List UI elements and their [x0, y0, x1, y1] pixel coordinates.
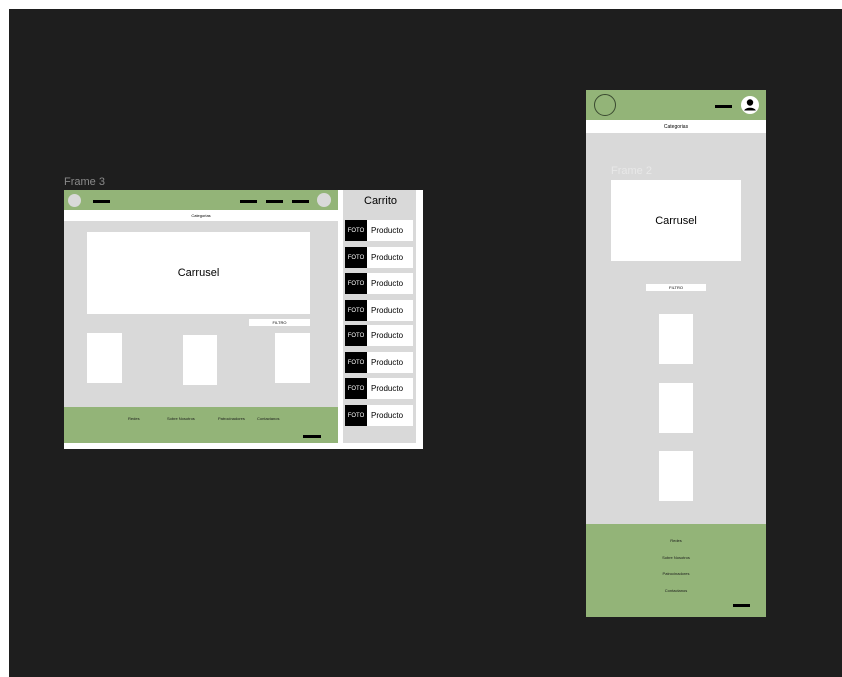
cart-item-name: Producto — [371, 279, 404, 288]
filter-button[interactable]: FILTRO — [646, 284, 706, 291]
footer-bar — [303, 435, 321, 438]
desktop-footer — [64, 407, 338, 443]
cart-item[interactable]: FOTO Producto — [345, 378, 413, 399]
footer-link-redes[interactable]: Redes — [128, 416, 140, 421]
nav-link[interactable] — [715, 105, 732, 108]
cart-item-photo: FOTO — [345, 378, 367, 399]
cart-item-name: Producto — [371, 306, 404, 315]
cart-item-photo: FOTO — [345, 220, 367, 241]
footer-link-redes[interactable]: Redes — [586, 538, 766, 543]
frame-2-label[interactable]: Frame 2 — [611, 165, 652, 177]
logo-icon[interactable] — [594, 94, 616, 116]
logo-icon[interactable] — [68, 194, 81, 207]
product-card[interactable] — [87, 333, 122, 383]
cart-title: Carrito — [364, 195, 398, 207]
footer-link-patrocinadores[interactable]: Patrocinadores — [586, 571, 766, 576]
cart-item[interactable]: FOTO Producto — [345, 273, 413, 294]
cart-item-name: Producto — [371, 331, 404, 340]
footer-link-patrocinadores[interactable]: Patrocinadores — [218, 416, 245, 421]
nav-link-3[interactable] — [266, 200, 283, 203]
cart-item-photo: FOTO — [345, 405, 367, 426]
footer-link-contactanos[interactable]: Contactanos — [257, 416, 279, 421]
filter-button[interactable]: FILTRO — [249, 319, 310, 326]
profile-icon[interactable] — [317, 193, 331, 207]
product-card[interactable] — [275, 333, 310, 383]
categories-bar[interactable]: Categorias — [586, 120, 766, 133]
product-card[interactable] — [183, 335, 217, 385]
categories-bar[interactable]: Categorias — [64, 210, 338, 221]
product-card[interactable] — [659, 383, 693, 433]
cart-item-photo: FOTO — [345, 247, 367, 268]
cart-item[interactable]: FOTO Producto — [345, 247, 413, 268]
nav-link-4[interactable] — [292, 200, 309, 203]
nav-link-1[interactable] — [93, 200, 110, 203]
footer-link-sobre-nosotros[interactable]: Sobre Nosotros — [167, 416, 195, 421]
product-card[interactable] — [659, 314, 693, 364]
cart-item-name: Producto — [371, 358, 404, 367]
footer-bar — [733, 604, 750, 607]
cart-item-photo: FOTO — [345, 325, 367, 346]
footer-link-sobre-nosotros[interactable]: Sobre Nosotros — [586, 555, 766, 560]
cart-item-name: Producto — [371, 384, 404, 393]
frame-3-label[interactable]: Frame 3 — [64, 176, 105, 188]
cart-item-name: Producto — [371, 253, 404, 262]
cart-item-name: Producto — [371, 226, 404, 235]
cart-item-photo: FOTO — [345, 300, 367, 321]
cart-item[interactable]: FOTO Producto — [345, 220, 413, 241]
cart-item[interactable]: FOTO Producto — [345, 405, 413, 426]
user-icon[interactable] — [741, 96, 759, 114]
nav-link-2[interactable] — [240, 200, 257, 203]
cart-item[interactable]: FOTO Producto — [345, 325, 413, 346]
carousel[interactable]: Carrusel — [87, 232, 310, 314]
cart-item-photo: FOTO — [345, 352, 367, 373]
cart-item-photo: FOTO — [345, 273, 367, 294]
cart-item[interactable]: FOTO Producto — [345, 300, 413, 321]
carousel[interactable]: Carrusel — [611, 180, 741, 261]
cart-item[interactable]: FOTO Producto — [345, 352, 413, 373]
cart-item-name: Producto — [371, 411, 404, 420]
product-card[interactable] — [659, 451, 693, 501]
footer-link-contactanos[interactable]: Contactanos — [586, 588, 766, 593]
